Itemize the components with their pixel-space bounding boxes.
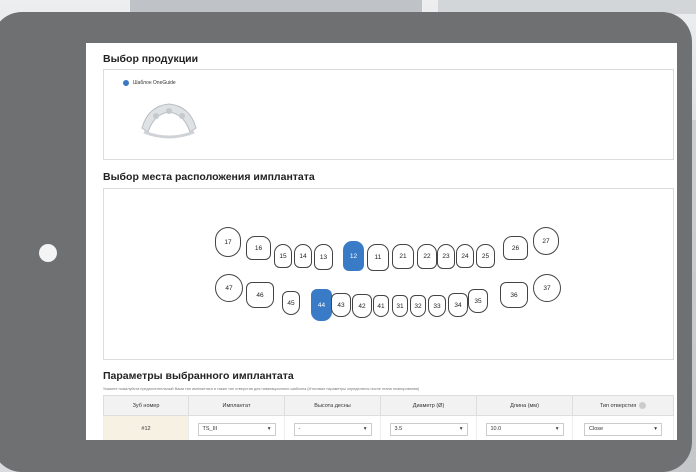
tooth-23[interactable]: 23: [437, 244, 455, 269]
gum-height-value: -: [298, 426, 301, 432]
tooth-34[interactable]: 34: [448, 293, 468, 317]
tooth-21[interactable]: 21: [392, 244, 414, 269]
dental-guide-image: [141, 103, 197, 139]
length-value: 10.0: [490, 426, 502, 432]
tooth-26[interactable]: 26: [503, 236, 528, 260]
tooth-42[interactable]: 42: [352, 294, 372, 318]
tooth-17[interactable]: 17: [215, 227, 241, 257]
column-header: Имплантат: [188, 395, 285, 416]
tooth-41[interactable]: 41: [373, 295, 389, 317]
tooth-33[interactable]: 33: [428, 295, 446, 317]
hole-type-cell: Close ▾: [572, 415, 674, 440]
tooth-chart-box: 17 16 15 14 13 12 11 21 22 23 24 25 26 27 47 46 45 44 43 42…: [103, 188, 674, 360]
radio-selected-icon[interactable]: [123, 80, 129, 86]
product-section-title: Выбор продукции: [103, 53, 199, 65]
tablet-camera: [39, 244, 57, 262]
params-table: Зуб номер Имплантат Высота десны Диаметр…: [103, 395, 674, 440]
column-header: Высота десны: [284, 395, 381, 416]
implant-cell: TS_III ▾: [188, 415, 285, 440]
tooth-number-cell: #12: [103, 415, 189, 440]
tooth-27[interactable]: 27: [533, 227, 559, 255]
info-icon[interactable]: [639, 402, 647, 409]
table-header-row: Зуб номер Имплантат Высота десны Диаметр…: [103, 395, 674, 416]
implant-site-section-title: Выбор места расположения имплантата: [103, 171, 315, 183]
tooth-43[interactable]: 43: [331, 293, 351, 317]
diameter-cell: 3.5 ▾: [380, 415, 477, 440]
gum-height-select[interactable]: - ▾: [293, 422, 372, 436]
tooth-16[interactable]: 16: [246, 236, 271, 260]
tooth-37[interactable]: 37: [533, 274, 561, 302]
implant-select[interactable]: TS_III ▾: [197, 422, 276, 436]
tooth-15[interactable]: 15: [274, 244, 292, 268]
product-option-label: Шаблон OneGuide: [133, 80, 176, 86]
product-option[interactable]: Шаблон OneGuide: [123, 80, 176, 86]
dropdown-arrow-icon: ▾: [267, 426, 271, 432]
tooth-24[interactable]: 24: [456, 244, 474, 268]
dropdown-arrow-icon: ▾: [363, 426, 367, 432]
tooth-44[interactable]: 44: [311, 289, 332, 321]
tooth-46[interactable]: 46: [246, 282, 274, 308]
tooth-12[interactable]: 12: [343, 241, 364, 271]
gum-height-cell: - ▾: [284, 415, 381, 440]
dropdown-arrow-icon: ▾: [654, 426, 657, 432]
tooth-35[interactable]: 35: [468, 289, 488, 313]
dropdown-arrow-icon: ▾: [555, 426, 559, 432]
table-row: #12 TS_III ▾ - ▾ 3.5 ▾ 10.0 ▾ Close ▾: [103, 415, 674, 440]
tooth-22[interactable]: 22: [417, 244, 437, 269]
length-select[interactable]: 10.0 ▾: [485, 422, 564, 436]
params-section-title: Параметры выбранного имплантата: [103, 370, 294, 382]
tooth-11[interactable]: 11: [367, 244, 389, 271]
tooth-32[interactable]: 32: [410, 295, 426, 317]
product-box: Шаблон OneGuide: [103, 69, 674, 160]
hole-type-select[interactable]: Close ▾: [584, 422, 662, 436]
tooth-25[interactable]: 25: [476, 244, 495, 268]
diameter-select[interactable]: 3.5 ▾: [389, 422, 468, 436]
column-header: Тип отверстия: [599, 402, 637, 409]
diameter-value: 3.5: [394, 426, 403, 432]
tooth-47[interactable]: 47: [215, 274, 243, 302]
dropdown-arrow-icon: ▾: [459, 426, 463, 432]
tablet-screen: Выбор продукции Шаблон OneGuide Выбор ме…: [86, 43, 677, 440]
column-header: Длина (мм): [476, 395, 573, 416]
length-cell: 10.0 ▾: [476, 415, 573, 440]
tooth-36[interactable]: 36: [500, 282, 528, 308]
params-hint: Укажите пожалуйста предпочтительный Вами…: [103, 387, 420, 391]
tooth-14[interactable]: 14: [294, 244, 312, 268]
hole-type-value: Close: [589, 426, 604, 432]
column-header: Зуб номер: [103, 395, 189, 416]
tooth-31[interactable]: 31: [392, 295, 408, 317]
tooth-13[interactable]: 13: [314, 244, 333, 270]
tooth-45[interactable]: 45: [282, 291, 300, 315]
implant-value: TS_III: [202, 426, 218, 432]
column-header: Диаметр (Ø): [380, 395, 477, 416]
column-header-hole-type: Тип отверстия: [572, 395, 674, 416]
